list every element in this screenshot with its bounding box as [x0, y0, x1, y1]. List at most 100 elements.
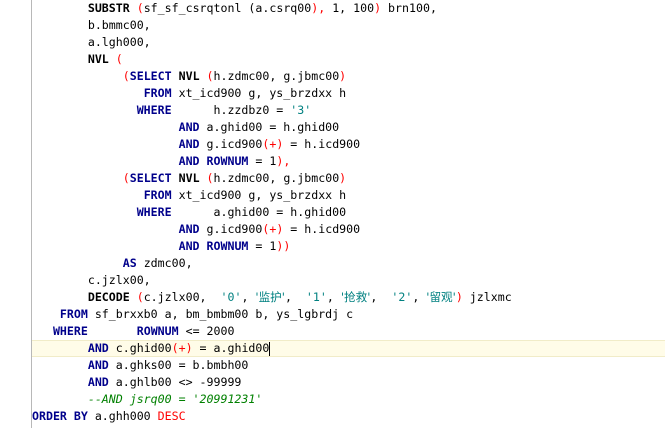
code-line[interactable]: AS zdmc00, — [32, 255, 665, 272]
code-line[interactable]: ORDER BY a.ghh000 DESC — [32, 408, 665, 425]
code-token: '3' — [290, 103, 312, 117]
code-token: ( — [206, 171, 214, 185]
code-token: c.jzlx00, — [32, 273, 151, 287]
code-token: ( — [241, 1, 256, 15]
code-token: (+) — [171, 341, 193, 355]
code-line[interactable]: AND c.ghid00(+) = a.ghid00 — [32, 340, 665, 357]
code-line[interactable]: a.lgh000, — [32, 34, 665, 51]
code-token: , — [326, 290, 341, 304]
code-line[interactable]: AND a.ghlb00 <> -99999 — [32, 374, 665, 391]
code-token: ROWNUM — [206, 154, 249, 168]
code-token: = h.icd900 — [283, 222, 361, 236]
code-token: ( — [115, 52, 123, 66]
code-token: zdmc00, — [136, 256, 193, 270]
code-line[interactable]: AND a.ghid00 = h.ghid00 — [32, 119, 665, 136]
code-token: a.ghid00 = h.ghid00 — [171, 205, 347, 219]
code-line[interactable]: WHERE h.zzdbz0 = '3' — [32, 102, 665, 119]
code-token: jzlxmc — [462, 290, 512, 304]
code-token: ORDER BY — [32, 409, 88, 423]
code-token: AND — [87, 375, 109, 389]
code-token: AND — [178, 239, 200, 253]
code-token: '1' — [305, 290, 327, 304]
code-line[interactable]: (SELECT NVL (h.zdmc00, g.jbmc00) — [32, 170, 665, 187]
code-token: SUBSTR — [87, 1, 130, 15]
code-token: )) — [276, 239, 291, 253]
code-token: '留观' — [426, 290, 456, 304]
text-caret — [269, 341, 271, 356]
code-token: g.icd900 — [199, 137, 263, 151]
code-token: = 1 — [248, 154, 277, 168]
code-line[interactable]: SUBSTR (sf_sf_csrqtonl (a.csrq00), 1, 10… — [32, 0, 665, 17]
code-token: NVL — [87, 52, 109, 66]
code-token: FROM — [143, 188, 172, 202]
code-token: a.ghh000 — [87, 409, 158, 423]
code-line[interactable]: AND a.ghks00 = b.bmbh00 — [32, 357, 665, 374]
code-token: ) — [455, 290, 463, 304]
code-token: AND — [87, 358, 109, 372]
code-token: AND — [178, 222, 200, 236]
code-token: SELECT — [129, 69, 172, 83]
code-line[interactable]: --AND jsrq00 = '20991231' — [32, 391, 665, 408]
code-token: ), — [311, 1, 326, 15]
code-token: FROM — [59, 307, 88, 321]
code-token: AND — [178, 120, 200, 134]
code-line[interactable]: c.jzlx00, — [32, 272, 665, 289]
code-token: h.zzdbz0 = — [171, 103, 291, 117]
code-line[interactable]: WHERE ROWNUM <= 2000 — [32, 323, 665, 340]
code-token: = h.icd900 — [283, 137, 361, 151]
code-token: AND — [178, 154, 200, 168]
code-line[interactable]: NVL ( — [32, 51, 665, 68]
code-token: sf_sf_csrqtonl — [143, 1, 242, 15]
code-line[interactable]: FROM xt_icd900 g, ys_brzdxx h — [32, 85, 665, 102]
code-line[interactable]: AND g.icd900(+) = h.icd900 — [32, 221, 665, 238]
line-gutter — [0, 0, 32, 428]
code-token: , — [241, 290, 256, 304]
code-token: ROWNUM — [206, 239, 249, 253]
code-token: '监护' — [255, 290, 285, 304]
code-line[interactable]: AND ROWNUM = 1)) — [32, 238, 665, 255]
code-token: FROM — [143, 86, 172, 100]
code-line[interactable]: b.bmmc00, — [32, 17, 665, 34]
code-line[interactable]: WHERE a.ghid00 = h.ghid00 — [32, 204, 665, 221]
code-token: ( — [122, 69, 130, 83]
code-line[interactable]: FROM sf_brxxb0 a, bm_bmbm00 b, ys_lgbrdj… — [32, 306, 665, 323]
code-token: AND — [178, 137, 200, 151]
code-line[interactable]: DECODE (c.jzlx00, '0', '监护', '1', '抢救', … — [32, 289, 665, 306]
sql-code-editor[interactable]: SUBSTR (sf_sf_csrqtonl (a.csrq00), 1, 10… — [32, 0, 665, 428]
code-line[interactable]: AND g.icd900(+) = h.icd900 — [32, 136, 665, 153]
code-token: a.lgh000, — [32, 35, 151, 49]
code-token: xt_icd900 g, ys_brzdxx h — [171, 86, 347, 100]
code-line[interactable]: (SELECT NVL (h.zdmc00, g.jbmc00) — [32, 68, 665, 85]
code-token: , — [284, 290, 306, 304]
code-token: , — [412, 290, 427, 304]
code-token: ( — [206, 69, 214, 83]
code-line[interactable]: AND ROWNUM = 1), — [32, 153, 665, 170]
code-line[interactable]: FROM xt_icd900 g, ys_brzdxx h — [32, 187, 665, 204]
code-token: SELECT — [129, 171, 172, 185]
code-token: DESC — [157, 409, 186, 423]
code-token: AND — [87, 341, 109, 355]
